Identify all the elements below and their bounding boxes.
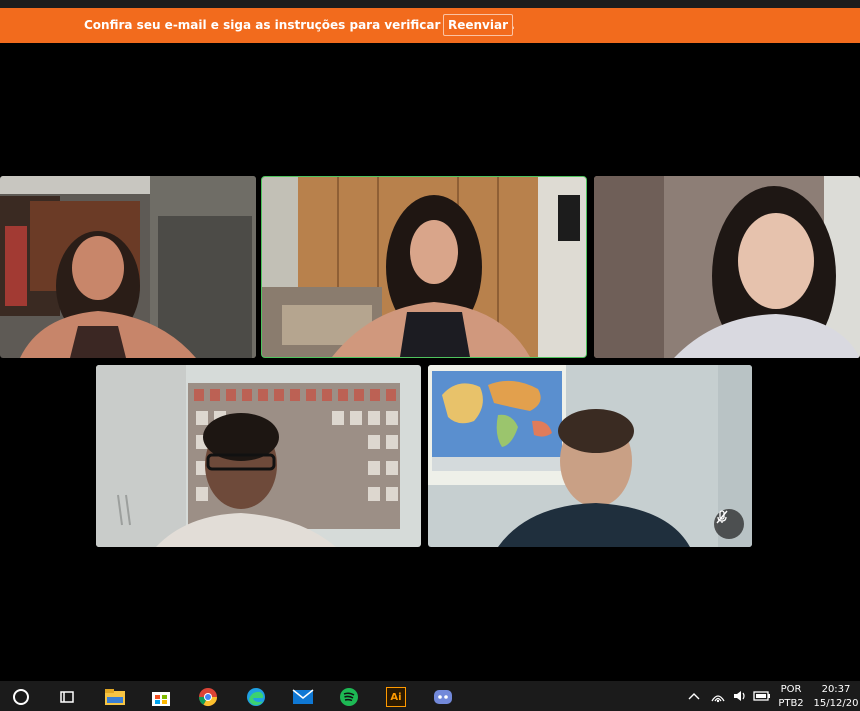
- verification-banner: Confira seu e-mail e siga as instruções …: [0, 8, 860, 43]
- taskbar: Ai POR PTB2 20:37 15/12/20: [0, 681, 860, 711]
- illustrator-icon[interactable]: Ai: [381, 684, 411, 710]
- language-code: POR: [780, 684, 802, 695]
- keyboard-layout: PTB2: [778, 698, 804, 709]
- participant-video-5: [428, 365, 752, 547]
- mail-icon[interactable]: [288, 684, 318, 710]
- task-view-icon[interactable]: [52, 684, 82, 710]
- spotify-icon[interactable]: [334, 684, 364, 710]
- resend-button[interactable]: Reenviar: [443, 14, 513, 36]
- participant-tile-3[interactable]: [594, 176, 860, 358]
- clock-time: 20:37: [821, 684, 851, 695]
- illustrator-label: Ai: [386, 687, 406, 707]
- participant-video-1: [0, 176, 256, 358]
- participant-tile-5[interactable]: [428, 365, 752, 547]
- volume-icon[interactable]: [730, 681, 750, 711]
- video-gallery: [0, 43, 860, 681]
- input-language-indicator[interactable]: POR PTB2: [776, 683, 806, 711]
- participant-tile-1[interactable]: [0, 176, 256, 358]
- microsoft-store-icon[interactable]: [146, 684, 176, 710]
- participant-tile-4[interactable]: [96, 365, 421, 547]
- window-title-bar: [0, 0, 860, 8]
- start-circle-icon[interactable]: [6, 684, 36, 710]
- battery-icon[interactable]: [752, 681, 772, 711]
- wifi-icon[interactable]: [708, 681, 728, 711]
- participant-video-3: [594, 176, 860, 358]
- chrome-icon[interactable]: [193, 684, 223, 710]
- chevron-up-icon[interactable]: [686, 681, 702, 711]
- microphone-muted-icon: [714, 509, 744, 539]
- participant-tile-2[interactable]: [261, 176, 587, 358]
- discord-icon[interactable]: [428, 684, 458, 710]
- participant-video-2: [262, 177, 586, 357]
- system-clock[interactable]: 20:37 15/12/20: [812, 683, 860, 711]
- edge-icon[interactable]: [241, 684, 271, 710]
- clock-date: 15/12/20: [813, 698, 859, 709]
- file-explorer-icon[interactable]: [100, 684, 130, 710]
- participant-video-4: [96, 365, 421, 547]
